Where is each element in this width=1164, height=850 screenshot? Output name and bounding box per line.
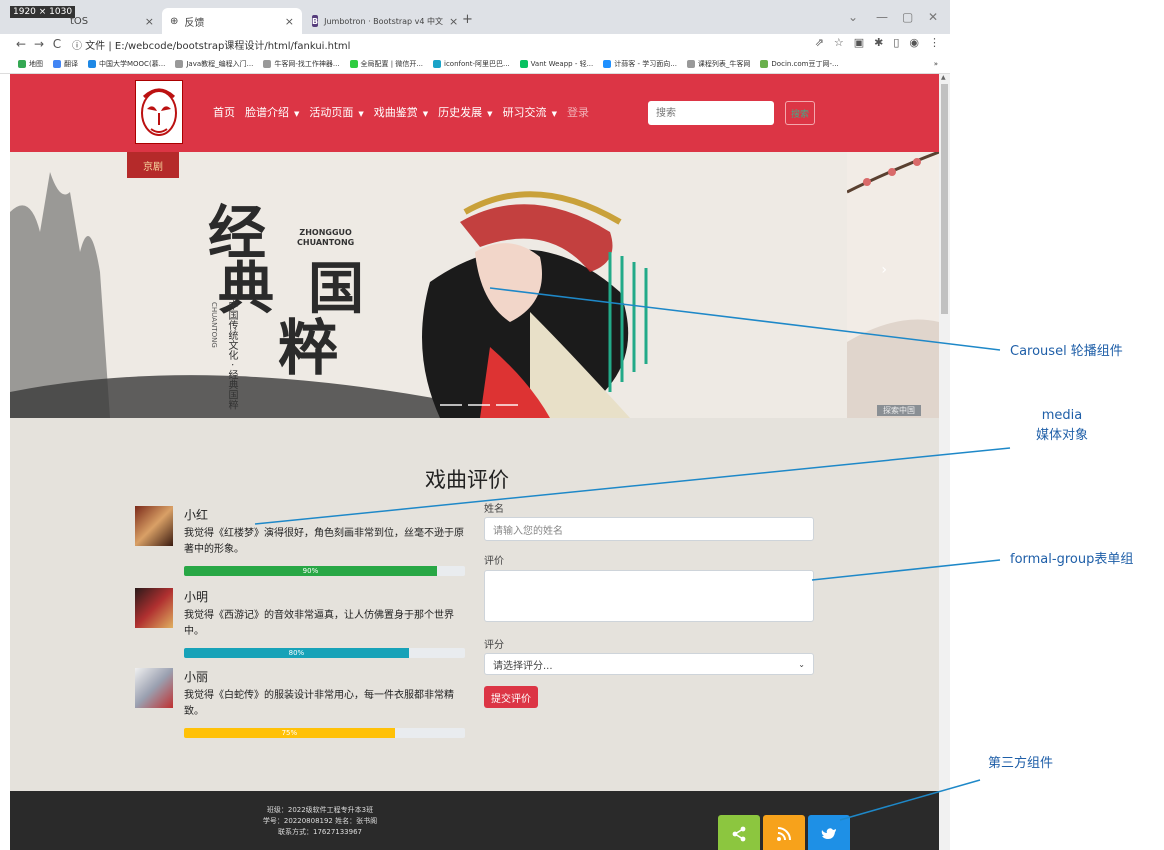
annotation-form-group: formal-group表单组 (1010, 552, 1134, 567)
annotation-lines (254, 287, 1011, 821)
annotation-media: media 媒体对象 (1036, 408, 1089, 443)
annotation-carousel: Carousel 轮播组件 (1010, 344, 1123, 359)
annotation-third-party: 第三方组件 (988, 756, 1054, 771)
